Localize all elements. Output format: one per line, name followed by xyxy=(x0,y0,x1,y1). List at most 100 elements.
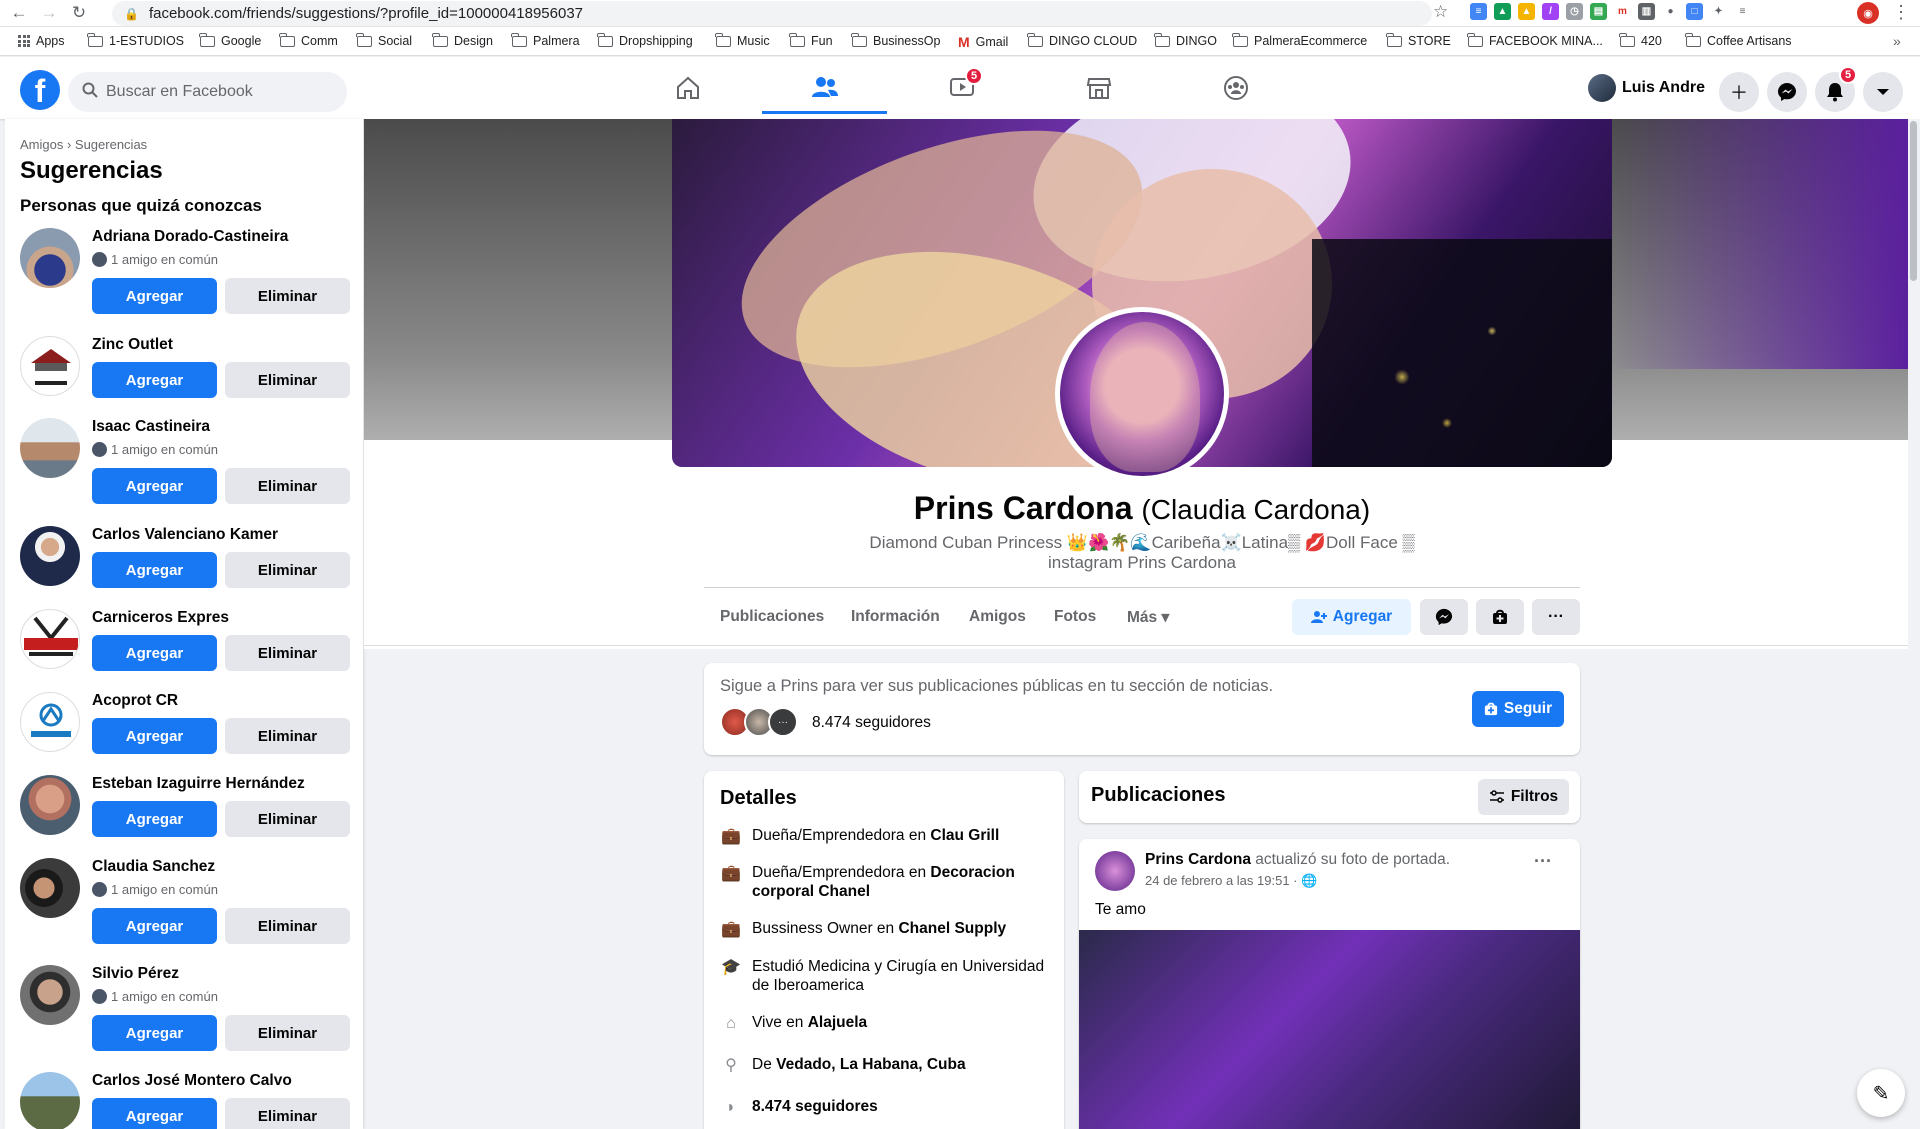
bookmark-folder[interactable]: DINGO xyxy=(1154,32,1217,48)
bookmark-folder[interactable]: Design xyxy=(432,32,493,48)
extension-m-icon[interactable]: m xyxy=(1614,3,1631,20)
avatar[interactable] xyxy=(20,965,80,1025)
suggestion-name[interactable]: Silvio Pérez xyxy=(92,965,179,983)
forward-icon[interactable]: → xyxy=(38,2,60,24)
bookmark-folder[interactable]: Fun xyxy=(789,32,833,48)
pen-icon[interactable]: / xyxy=(1542,3,1559,20)
suggestion-name[interactable]: Acoprot CR xyxy=(92,692,178,710)
more-options-button[interactable]: ··· xyxy=(1532,599,1580,635)
reload-icon[interactable]: ↻ xyxy=(68,2,90,24)
suggestion-name[interactable]: Carniceros Expres xyxy=(92,609,229,627)
bookmark-folder[interactable]: Dropshipping xyxy=(597,32,693,48)
avatar[interactable] xyxy=(20,228,80,288)
add-friend-button[interactable]: Agregar xyxy=(92,1015,217,1051)
remove-suggestion-button[interactable]: Eliminar xyxy=(225,552,350,588)
post-options-icon[interactable]: ··· xyxy=(1534,851,1552,872)
clock-icon[interactable]: ◷ xyxy=(1566,3,1583,20)
avatar[interactable] xyxy=(20,418,80,478)
profile-chip[interactable]: Luis Andre xyxy=(1588,74,1705,102)
browser-menu-icon[interactable]: ⋮ xyxy=(1892,2,1910,23)
suggestion-name[interactable]: Claudia Sanchez xyxy=(92,858,215,876)
breadcrumb[interactable]: Amigos › Sugerencias xyxy=(20,137,147,152)
nav-friends[interactable] xyxy=(762,62,887,114)
nav-home[interactable] xyxy=(625,62,750,114)
bookmark-folder[interactable]: 420 xyxy=(1619,32,1662,48)
avatar[interactable] xyxy=(20,1072,80,1129)
extension-icon[interactable]: ≡ xyxy=(1470,3,1487,20)
nav-watch[interactable]: 5 xyxy=(899,62,1024,114)
add-friend-button[interactable]: Agregar xyxy=(92,552,217,588)
message-button[interactable] xyxy=(1420,599,1468,635)
tab-fotos[interactable]: Fotos xyxy=(1054,608,1096,626)
tab-mas[interactable]: Más ▾ xyxy=(1127,608,1169,627)
follow-button[interactable]: Seguir xyxy=(1472,691,1564,727)
pin-icon[interactable]: ● xyxy=(1662,3,1679,20)
facebook-logo-icon[interactable]: f xyxy=(20,70,60,110)
suggestion-name[interactable]: Zinc Outlet xyxy=(92,336,173,354)
add-friend-button[interactable]: Agregar xyxy=(92,362,217,398)
bookmark-folder[interactable]: Google xyxy=(199,32,261,48)
avatar[interactable] xyxy=(20,858,80,918)
remove-suggestion-button[interactable]: Eliminar xyxy=(225,718,350,754)
add-friend-button[interactable]: Agregar xyxy=(92,635,217,671)
add-friend-button[interactable]: Agregar xyxy=(92,468,217,504)
follower-avatars[interactable]: ··· xyxy=(720,707,798,737)
remove-suggestion-button[interactable]: Eliminar xyxy=(225,468,350,504)
back-icon[interactable]: ← xyxy=(8,2,30,24)
remove-suggestion-button[interactable]: Eliminar xyxy=(225,908,350,944)
avatar[interactable] xyxy=(20,692,80,752)
bookmark-folder[interactable]: Comm xyxy=(279,32,338,48)
page-scrollbar[interactable] xyxy=(1908,119,1920,1129)
notifications-button[interactable]: 5 xyxy=(1815,66,1857,112)
add-friend-button[interactable]: Agregar xyxy=(92,278,217,314)
filters-button[interactable]: Filtros xyxy=(1478,779,1569,815)
followers-count[interactable]: 8.474 seguidores xyxy=(812,714,931,732)
tab-publicaciones[interactable]: Publicaciones xyxy=(720,608,824,626)
browser-profile-icon[interactable]: ◉ xyxy=(1857,2,1879,24)
bookmarks-more[interactable]: » xyxy=(1893,33,1901,49)
bookmark-folder[interactable]: Palmera xyxy=(511,32,580,48)
suggestion-name[interactable]: Carlos José Montero Calvo xyxy=(92,1072,292,1090)
remove-suggestion-button[interactable]: Eliminar xyxy=(225,635,350,671)
post-image[interactable] xyxy=(1079,930,1580,1129)
bookmark-apps[interactable]: Apps xyxy=(18,34,65,48)
remove-suggestion-button[interactable]: Eliminar xyxy=(225,1098,350,1129)
bookmark-folder[interactable]: DINGO CLOUD xyxy=(1027,32,1137,48)
bookmark-folder[interactable]: Coffee Artisans xyxy=(1685,32,1792,48)
tab-informacion[interactable]: Información xyxy=(851,608,940,626)
add-friend-button[interactable]: Agregar xyxy=(92,908,217,944)
avatar[interactable] xyxy=(1095,851,1135,891)
add-friend-button[interactable]: Agregar xyxy=(1292,599,1411,635)
bookmark-folder[interactable]: PalmeraEcommerce xyxy=(1232,32,1367,48)
bookmark-folder[interactable]: FACEBOOK MINA... xyxy=(1467,32,1603,48)
extension-icon[interactable]: ▤ xyxy=(1590,3,1607,20)
bookmark-gmail[interactable]: M Gmail xyxy=(958,34,1008,50)
drive-icon[interactable]: ▲ xyxy=(1518,3,1535,20)
search-input[interactable] xyxy=(106,83,326,101)
avatar[interactable] xyxy=(20,526,80,586)
scrollbar-thumb[interactable] xyxy=(1910,121,1917,281)
add-friend-button[interactable]: Agregar xyxy=(92,1098,217,1129)
extension-icon[interactable]: ▥ xyxy=(1638,3,1655,20)
bookmark-folder[interactable]: BusinessOp xyxy=(851,32,940,48)
bookmark-folder[interactable]: 1-ESTUDIOS xyxy=(87,32,184,48)
add-friend-button[interactable]: Agregar xyxy=(92,718,217,754)
remove-suggestion-button[interactable]: Eliminar xyxy=(225,801,350,837)
create-button[interactable]: ＋ xyxy=(1719,72,1759,112)
bookmark-folder[interactable]: Music xyxy=(715,32,770,48)
remove-suggestion-button[interactable]: Eliminar xyxy=(225,1015,350,1051)
follow-button-small[interactable] xyxy=(1476,599,1524,635)
extension-icon[interactable]: □ xyxy=(1686,3,1703,20)
remove-suggestion-button[interactable]: Eliminar xyxy=(225,278,350,314)
tab-amigos[interactable]: Amigos xyxy=(969,608,1026,626)
search-box[interactable] xyxy=(68,72,347,112)
messenger-button[interactable] xyxy=(1767,72,1807,112)
suggestion-name[interactable]: Carlos Valenciano Kamer xyxy=(92,526,278,544)
remove-suggestion-button[interactable]: Eliminar xyxy=(225,362,350,398)
profile-picture[interactable] xyxy=(1055,307,1229,481)
nav-marketplace[interactable] xyxy=(1036,62,1161,114)
suggestion-name[interactable]: Adriana Dorado-Castineira xyxy=(92,228,288,246)
avatar[interactable] xyxy=(20,609,80,669)
avatar[interactable] xyxy=(20,336,80,396)
suggestion-name[interactable]: Isaac Castineira xyxy=(92,418,210,436)
